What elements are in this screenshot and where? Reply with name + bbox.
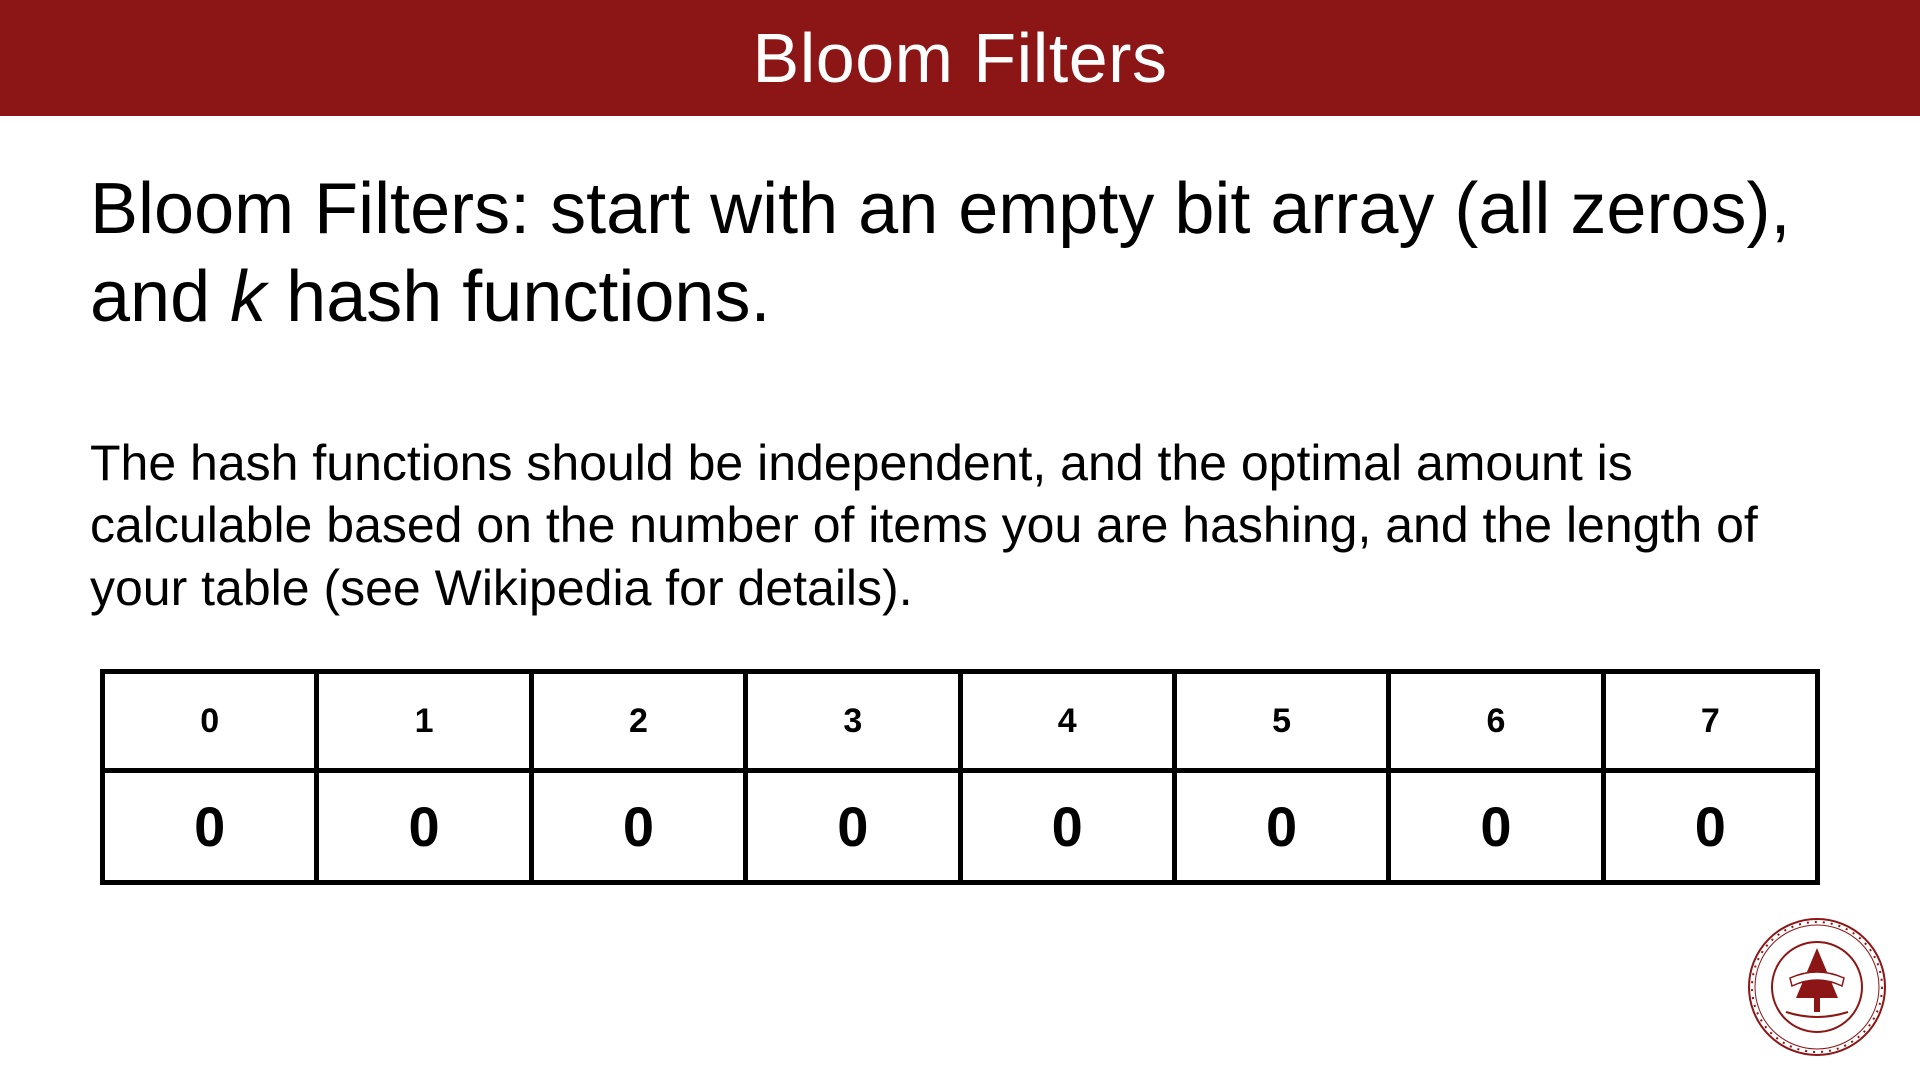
bit-cell: 0 — [531, 771, 745, 883]
slide: Bloom Filters Bloom Filters: start with … — [0, 0, 1920, 1080]
slide-body: Bloom Filters: start with an empty bit a… — [0, 116, 1920, 885]
bit-array-table: 0 1 2 3 4 5 6 7 0 0 0 0 0 0 0 0 — [100, 669, 1820, 885]
headline-text: Bloom Filters: start with an empty bit a… — [90, 166, 1830, 342]
table-row: 0 1 2 3 4 5 6 7 — [103, 672, 1818, 771]
bit-cell: 0 — [1603, 771, 1817, 883]
index-cell: 6 — [1389, 672, 1603, 771]
index-cell: 4 — [960, 672, 1174, 771]
bit-cell: 0 — [1174, 771, 1388, 883]
index-cell: 7 — [1603, 672, 1817, 771]
bit-cell: 0 — [960, 771, 1174, 883]
index-cell: 0 — [103, 672, 317, 771]
stanford-seal-icon — [1746, 916, 1888, 1058]
explanation-text: The hash functions should be independent… — [90, 432, 1830, 620]
bit-cell: 0 — [1389, 771, 1603, 883]
headline-post: hash functions. — [266, 257, 770, 337]
bit-cell: 0 — [317, 771, 531, 883]
index-cell: 2 — [531, 672, 745, 771]
bit-cell: 0 — [103, 771, 317, 883]
index-cell: 5 — [1174, 672, 1388, 771]
bit-array-table-wrap: 0 1 2 3 4 5 6 7 0 0 0 0 0 0 0 0 — [90, 669, 1830, 885]
bit-cell: 0 — [746, 771, 960, 883]
table-row: 0 0 0 0 0 0 0 0 — [103, 771, 1818, 883]
headline-k: k — [230, 257, 266, 337]
index-cell: 1 — [317, 672, 531, 771]
slide-title: Bloom Filters — [0, 0, 1920, 116]
index-cell: 3 — [746, 672, 960, 771]
